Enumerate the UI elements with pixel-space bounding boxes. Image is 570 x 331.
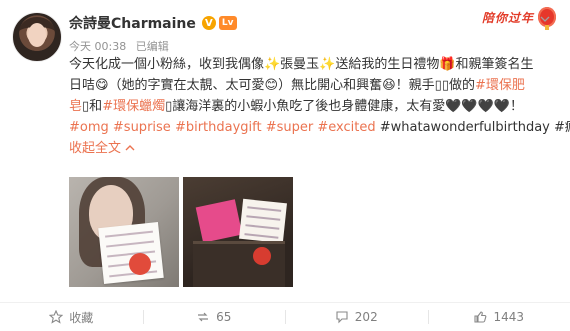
missing-glyph-icon: ▯▯	[435, 78, 449, 93]
comment-icon	[335, 310, 349, 324]
favorite-label: 收藏	[69, 309, 93, 326]
collapse-row: 收起全文	[69, 138, 561, 159]
comment-count: 202	[355, 310, 378, 324]
favorite-button[interactable]: 收藏	[0, 303, 143, 331]
promo-text: 陪你过年	[482, 9, 534, 26]
like-count: 1443	[493, 310, 524, 324]
action-bar: 收藏 65 202 1443	[0, 302, 570, 331]
comment-button[interactable]: 202	[285, 303, 428, 331]
post-meta: 今天 00:38 已编辑	[69, 38, 175, 54]
username-link[interactable]: 佘詩曼Charmaine	[69, 13, 196, 33]
star-icon	[49, 310, 63, 324]
like-button[interactable]: 1443	[428, 303, 570, 331]
post-line-3: 皂▯和#環保蠟燭▯讓海洋裏的小蝦小魚吃了後也身體健康，太有愛🖤🖤🖤🖤！	[69, 96, 561, 117]
collapse-label: 收起全文	[69, 141, 121, 156]
verified-badge: V	[202, 16, 216, 30]
photo-card	[98, 222, 164, 284]
hashtag[interactable]: #whatawonderfulbirthday	[380, 120, 550, 135]
thumbs-up-icon	[473, 310, 487, 324]
chevron-up-icon	[125, 144, 135, 152]
hashtag[interactable]: #birthdaygift	[175, 120, 262, 135]
post-line-1-text: 今天化成一個小粉絲，收到我偶像✨張曼玉✨送給我的生日禮物🎁和親筆簽名生	[69, 57, 534, 72]
photo-card	[239, 199, 287, 243]
collapse-link[interactable]: 收起全文	[69, 141, 135, 156]
photo-red-object	[129, 253, 151, 275]
hashtag-eco-candle[interactable]: #環保蠟燭	[102, 99, 165, 114]
photo-red-object	[253, 247, 271, 265]
hashtag[interactable]: #瘋了	[554, 120, 570, 135]
avatar[interactable]	[12, 12, 62, 62]
avatar-face	[28, 23, 46, 47]
hashtag[interactable]: #excited	[317, 120, 375, 135]
post-line-4: #omg #suprise #birthdaygift #super #exci…	[69, 117, 561, 138]
user-header: 佘詩曼Charmaine V Lv	[69, 13, 237, 33]
post-line-2-text-b: 做的	[449, 78, 475, 93]
hashtag[interactable]: #suprise	[113, 120, 171, 135]
photo-gift-box	[193, 241, 285, 287]
hashtag[interactable]: #omg	[69, 120, 109, 135]
post-line-3-text: 讓海洋裏的小蝦小魚吃了後也身體健康，太有愛🖤🖤🖤🖤！	[172, 99, 523, 114]
repost-icon	[196, 310, 210, 324]
post-edited-label[interactable]: 已编辑	[136, 40, 169, 53]
post-line-2: 日咭😋（她的字實在太靚、太可愛😊）無比開心和興奮😆！親手▯▯做的#環保肥	[69, 75, 561, 96]
post-time[interactable]: 今天 00:38	[69, 40, 126, 53]
post-line-2-text: 日咭😋（她的字實在太靚、太可愛😊）無比開心和興奮😆！親手	[69, 78, 435, 93]
hashtag-eco-soap[interactable]: #環保肥	[475, 78, 525, 93]
repost-button[interactable]: 65	[143, 303, 286, 331]
hashtag-eco-soap-end[interactable]: 皂	[69, 99, 82, 114]
post-line-1: 今天化成一個小粉絲，收到我偶像✨張曼玉✨送給我的生日禮物🎁和親筆簽名生	[69, 54, 561, 75]
post-line-3-and: 和	[89, 99, 102, 114]
post-text: 今天化成一個小粉絲，收到我偶像✨張曼玉✨送給我的生日禮物🎁和親筆簽名生 日咭😋（…	[69, 54, 561, 159]
post-image-1[interactable]	[69, 177, 179, 287]
hashtag[interactable]: #super	[266, 120, 314, 135]
repost-count: 65	[216, 310, 231, 324]
level-badge: Lv	[219, 16, 237, 30]
photo-pink-card	[196, 199, 243, 243]
post-image-2[interactable]	[183, 177, 293, 287]
chevron-down-icon[interactable]	[540, 14, 550, 24]
